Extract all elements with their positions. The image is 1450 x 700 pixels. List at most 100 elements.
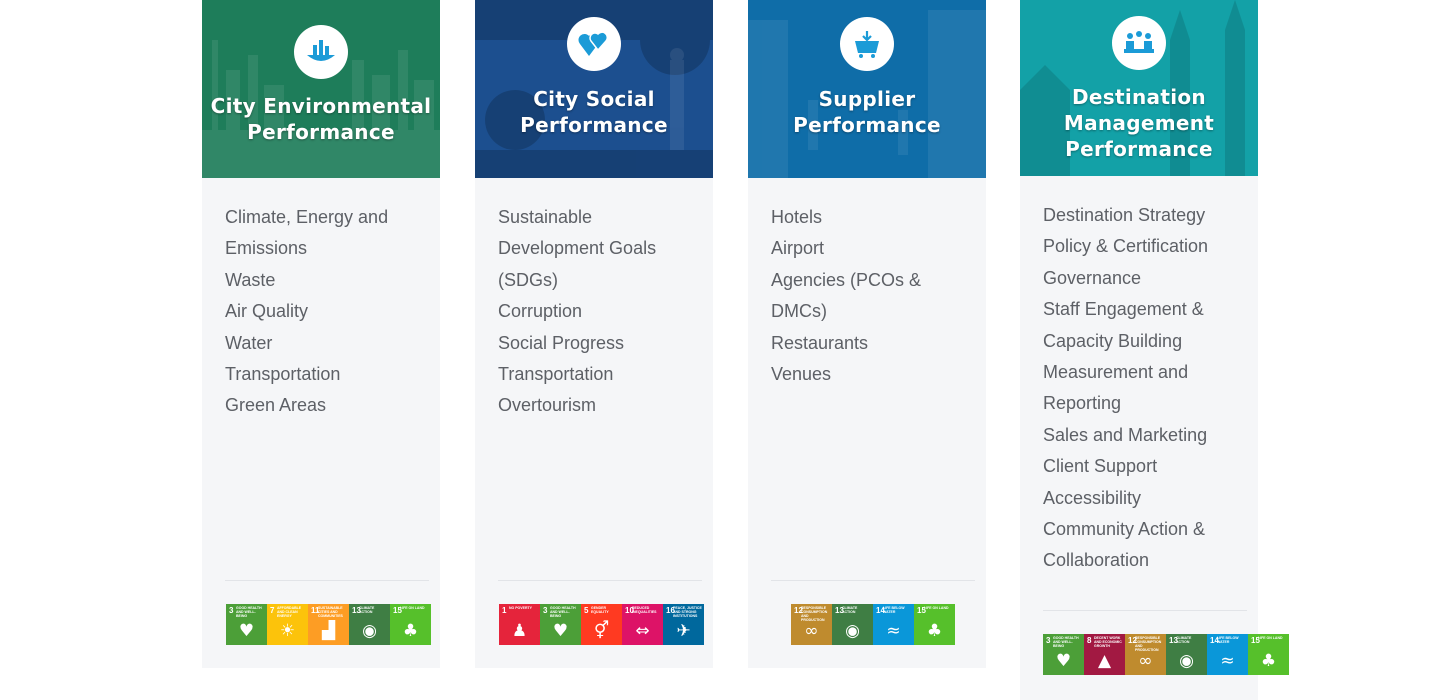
topic-item: Waste xyxy=(225,269,276,290)
topic-item: Overtourism xyxy=(498,395,597,416)
sdg-goal-icon: ♣ xyxy=(1260,651,1277,671)
sdg-goal-number: 7 xyxy=(270,606,275,615)
sdg-goal-tile: 13 Climate action ◉ xyxy=(349,604,390,645)
sdg-goal-label: Life on land xyxy=(400,606,425,610)
card-hero[interactable]: City Social Performance xyxy=(475,0,713,178)
sdg-goal-tile: 14 Life below water ≈ xyxy=(873,604,914,645)
topic-item: Collaboration xyxy=(1043,550,1150,571)
divider xyxy=(1043,610,1247,611)
card-title-line: City Social xyxy=(533,87,655,111)
divider xyxy=(225,580,429,581)
sdg-strip: 3 Good health and well-being ♥ 7 Affordable … xyxy=(226,604,431,645)
sdg-goal-number: 3 xyxy=(229,606,234,615)
shopping-basket-icon xyxy=(840,17,894,71)
card-title-line: Performance xyxy=(520,113,668,137)
sdg-goal-icon: ∞ xyxy=(1138,651,1153,671)
sdg-goal-tile: 13 Climate action ◉ xyxy=(832,604,873,645)
topic-item: Hotels xyxy=(771,207,823,227)
topic-item: Agencies (PCOs & xyxy=(771,269,922,290)
sdg-goal-label: Life below water xyxy=(1217,636,1239,644)
card-title-line: Performance xyxy=(793,113,941,137)
topic-item: Venues xyxy=(771,364,832,385)
topic-item: Reporting xyxy=(1043,393,1122,414)
sdg-goal-label: Climate action xyxy=(842,606,858,614)
topic-item: Measurement and xyxy=(1043,362,1189,383)
topic-item: Air Quality xyxy=(225,301,309,322)
sdg-goal-icon: ∞ xyxy=(804,621,819,641)
sdg-goal-icon: ▲ xyxy=(1097,651,1112,671)
sdg-goal-tile: 15 Life on land ♣ xyxy=(1248,634,1289,675)
sdg-strip: 3 Good health and well-being ♥ 8 Decent work… xyxy=(1043,634,1289,675)
sdg-goal-tile: 7 Affordable and clean energy ☀ xyxy=(267,604,308,645)
sdg-goal-tile: 10 Reduced inequalities ⇔ xyxy=(622,604,663,645)
topic-item: Capacity Building xyxy=(1043,330,1183,351)
sdg-goal-icon: ♟ xyxy=(511,621,528,641)
sdg-goal-icon: ⇔ xyxy=(635,621,650,641)
sdg-goal-icon: ≈ xyxy=(886,621,901,641)
sdg-strip: 1 No poverty ♟ 3 Good health and well-being ♥… xyxy=(499,604,704,645)
topic-item: Accessibility xyxy=(1043,487,1142,508)
topic-item: Development Goals xyxy=(498,238,657,259)
divider xyxy=(771,580,975,581)
sdg-goal-icon: ◉ xyxy=(845,621,860,641)
topic-item: Destination Strategy xyxy=(1043,205,1206,225)
sdg-goal-label: Gender equality xyxy=(591,606,609,614)
sdg-goal-label: Reduced inequalities xyxy=(632,606,657,614)
card-city-social[interactable]: City Social Performance Sustainable Deve… xyxy=(475,0,713,668)
sdg-goal-label: Climate action xyxy=(359,606,375,614)
topic-item: Climate, Energy and xyxy=(225,207,389,227)
card-hero[interactable]: City Environmental Performance xyxy=(202,0,440,178)
sdg-goal-icon: ♣ xyxy=(926,621,943,641)
sdg-goal-icon: ♣ xyxy=(402,621,419,641)
topic-item: Transportation xyxy=(498,364,614,385)
card-supplier[interactable]: Supplier Performance Hotels Airport Agen… xyxy=(748,0,986,668)
sdg-goal-label: Good health and well-being xyxy=(1053,636,1079,648)
topic-item: Client Support xyxy=(1043,456,1158,477)
sdg-goal-icon: ▟ xyxy=(321,621,336,641)
sdg-goal-number: 5 xyxy=(584,606,589,615)
sdg-goal-number: 3 xyxy=(1046,636,1051,645)
sdg-goal-icon: ◉ xyxy=(362,621,377,641)
sdg-goal-tile: 8 Decent work and economic growth ▲ xyxy=(1084,634,1125,675)
card-city-environmental[interactable]: City Environmental Performance Climate, … xyxy=(202,0,440,668)
sdg-goal-number: 3 xyxy=(543,606,548,615)
card-title-line: Performance xyxy=(1065,137,1213,161)
sdg-goal-tile: 15 Life on land ♣ xyxy=(390,604,431,645)
topic-list: Hotels Airport Agencies (PCOs & DMCs) Re… xyxy=(748,178,986,390)
sdg-goal-label: Good health and well-being xyxy=(550,606,576,618)
card-hero[interactable]: Supplier Performance xyxy=(748,0,986,178)
sdg-goal-icon: ≈ xyxy=(1220,651,1235,671)
sdg-goal-icon: ♥ xyxy=(552,621,569,641)
topic-item: DMCs) xyxy=(771,301,827,322)
sdg-goal-label: Life below water xyxy=(883,606,905,614)
card-destination-management[interactable]: Destination Management Performance Desti… xyxy=(1020,0,1289,700)
sdg-goal-tile: 3 Good health and well-being ♥ xyxy=(1043,634,1084,675)
sdg-goal-label: Peace, justice and strong institutions xyxy=(673,606,702,618)
topic-item: Water xyxy=(225,332,273,353)
topic-item: Restaurants xyxy=(771,332,869,353)
divider xyxy=(498,580,702,581)
meeting-table-icon xyxy=(1112,16,1166,70)
topic-item: Sustainable xyxy=(498,207,593,227)
sdg-goal-icon: ♥ xyxy=(1055,651,1072,671)
topic-item: Green Areas xyxy=(225,395,327,416)
sdg-goal-icon: ✈ xyxy=(676,621,691,641)
sdg-goal-number: 8 xyxy=(1087,636,1092,645)
sdg-goal-tile: 16 Peace, justice and strong institutions… xyxy=(663,604,704,645)
topic-item: Staff Engagement & xyxy=(1043,299,1204,320)
sdg-goal-label: No poverty xyxy=(509,606,532,610)
sdg-goal-label: Responsible consumption and production xyxy=(1135,636,1162,652)
topic-item: Emissions xyxy=(225,238,308,259)
topic-item: Corruption xyxy=(498,301,583,322)
topic-item: Transportation xyxy=(225,364,341,385)
sdg-goal-label: Responsible consumption and production xyxy=(801,606,828,622)
topic-item: Governance xyxy=(1043,267,1142,288)
sdg-goal-label: Life on land xyxy=(924,606,949,610)
card-title-line: City Environmental xyxy=(210,94,432,118)
card-hero[interactable]: Destination Management Performance xyxy=(1020,0,1258,176)
topic-item: Community Action & xyxy=(1043,519,1206,540)
topic-item: Sales and Marketing xyxy=(1043,424,1208,445)
sdg-goal-icon: ♥ xyxy=(238,621,255,641)
sdg-goal-number: 1 xyxy=(502,606,507,615)
topic-item: Airport xyxy=(771,238,825,259)
